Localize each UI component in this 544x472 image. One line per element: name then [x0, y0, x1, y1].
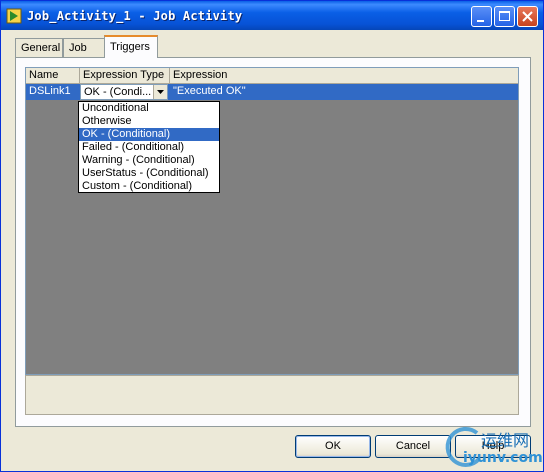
job-activity-app-icon [6, 8, 22, 24]
ok-button[interactable]: OK [295, 435, 371, 458]
table-row[interactable]: DSLink1 OK - (Condi... "Executed OK" [26, 84, 518, 100]
column-header-expression-label: Expression [173, 69, 228, 81]
expression-type-value: OK - (Condi... [84, 86, 152, 98]
column-header-expression[interactable]: Expression [170, 68, 250, 84]
title-bar[interactable]: Job_Activity_1 - Job Activity [1, 1, 543, 30]
cancel-button[interactable]: Cancel [375, 435, 451, 458]
expression-type-combo[interactable]: OK - (Condi... [80, 84, 168, 100]
chevron-down-icon [157, 90, 164, 94]
dropdown-option-unconditional[interactable]: Unconditional [79, 102, 219, 115]
ok-button-label: OK [325, 440, 341, 452]
expression-type-dropdown-list[interactable]: Unconditional Otherwise OK - (Conditiona… [78, 101, 220, 193]
minimize-button[interactable] [471, 6, 492, 27]
row-expression-cell[interactable]: "Executed OK" [173, 85, 246, 97]
watermark-text: 运维网 [481, 431, 530, 450]
combo-dropdown-button[interactable] [153, 85, 167, 99]
row-name-cell[interactable]: DSLink1 [29, 85, 71, 97]
dropdown-option-warning-conditional[interactable]: Warning - (Conditional) [79, 154, 219, 167]
dropdown-option-failed-conditional[interactable]: Failed - (Conditional) [79, 141, 219, 154]
tab-general[interactable]: General [15, 38, 63, 57]
close-button[interactable] [517, 6, 538, 27]
tab-job-label: Job [69, 42, 87, 54]
dropdown-option-otherwise[interactable]: Otherwise [79, 115, 219, 128]
tab-job[interactable]: Job [63, 38, 105, 57]
dropdown-option-custom-conditional[interactable]: Custom - (Conditional) [79, 180, 219, 193]
cancel-button-label: Cancel [395, 440, 431, 452]
dropdown-option-ok-conditional[interactable]: OK - (Conditional) [79, 128, 219, 141]
header-filler [250, 68, 518, 84]
column-header-expression-type-label: Expression Type [83, 69, 165, 81]
close-icon [522, 11, 533, 22]
column-header-expression-type[interactable]: Expression Type [80, 68, 170, 84]
minimize-icon [477, 20, 484, 22]
watermark-url: iyunv.com [463, 450, 543, 466]
maximize-button[interactable] [494, 6, 515, 27]
dropdown-option-userstatus-conditional[interactable]: UserStatus - (Conditional) [79, 167, 219, 180]
window-title: Job_Activity_1 - Job Activity [27, 9, 243, 23]
tab-triggers-label: Triggers [110, 41, 150, 53]
column-header-name[interactable]: Name [26, 68, 80, 84]
column-header-name-label: Name [29, 69, 59, 81]
tab-general-label: General [21, 42, 61, 54]
tab-triggers[interactable]: Triggers [104, 35, 158, 58]
details-area [25, 375, 519, 415]
maximize-icon [499, 11, 510, 21]
job-activity-window: Job_Activity_1 - Job Activity General Jo… [0, 0, 544, 472]
